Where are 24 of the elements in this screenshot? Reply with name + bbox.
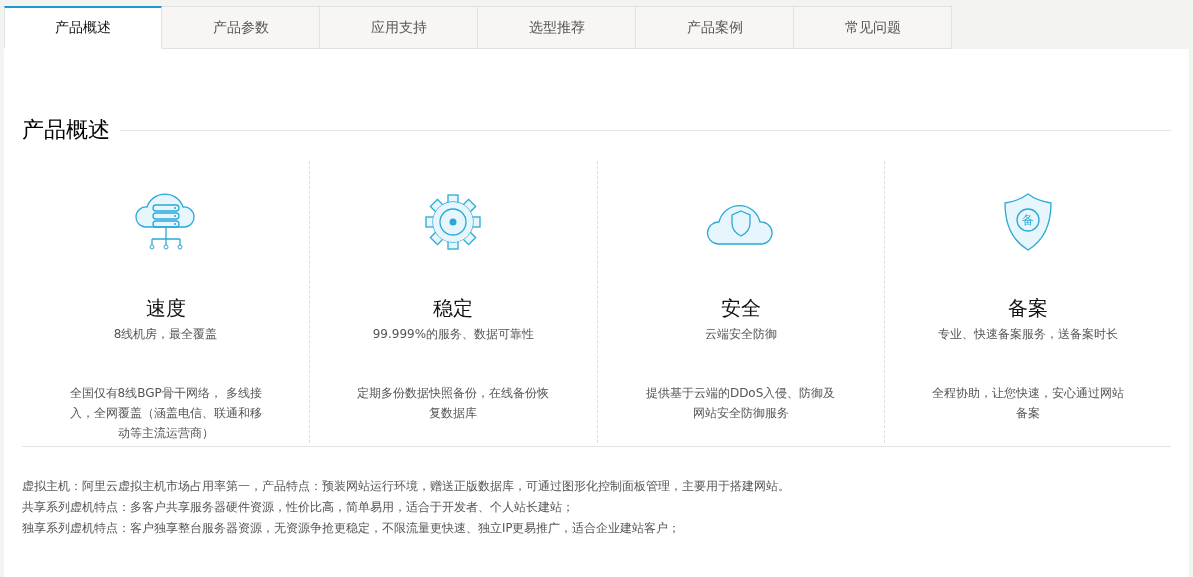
tab[interactable]: 应用支持 — [320, 6, 478, 49]
note-text: 共享系列虚机特点：多客户共享服务器硬件资源，性价比高，简单易用，适合于开发者、个人站长建站； — [22, 499, 575, 516]
tab[interactable]: 产品案例 — [636, 6, 794, 49]
feature-subtitle: 8线机房，最全覆盖 — [113, 326, 218, 343]
feature-description: 定期多份数据快照备份，在线备份恢复数据库 — [356, 385, 551, 422]
feature-subtitle: 云端安全防御 — [704, 326, 777, 343]
feature-title: 稳定 — [433, 295, 474, 322]
feature-description: 全国仅有8线BGP骨干网络， 多线接入，全网覆盖（涵盖电信、联通和移动等主流运营商） — [68, 385, 263, 442]
feature-description: 提供基于云端的DDoS入侵、防御及网站安全防御服务 — [644, 385, 837, 422]
shield-badge-icon: 备 — [1002, 192, 1053, 252]
tab[interactable]: 选型推荐 — [478, 6, 636, 49]
tab[interactable]: 常见问题 — [794, 6, 952, 49]
feature-title: 速度 — [145, 295, 186, 322]
feature-subtitle: 专业、快速备案服务，送备案时长 — [937, 326, 1118, 343]
feature-subtitle: 99.999%的服务、数据可靠性 — [372, 326, 535, 343]
note-text: 虚拟主机：阿里云虚拟主机市场占用率第一，产品特点：预装网站运行环境，赠送正版数据库，可通过图形化控制面板管理，主要用于搭建网站。 — [22, 478, 791, 495]
feature-description: 全程协助，让您快速，安心通过网站备案 — [930, 385, 1125, 422]
tab[interactable]: 产品参数 — [162, 6, 320, 49]
section-title: 产品概述 — [22, 116, 110, 144]
note-text: 独享系列虚机特点：客户独享整台服务器资源，无资源争抢更稳定，不限流量更快速、独立IP更易推广，适合企业建站客户； — [22, 520, 682, 537]
settings-icon — [425, 194, 482, 250]
tab[interactable]: 产品概述 — [4, 6, 162, 49]
feature-title: 备案 — [1007, 295, 1048, 322]
feature-title: 安全 — [720, 295, 761, 322]
